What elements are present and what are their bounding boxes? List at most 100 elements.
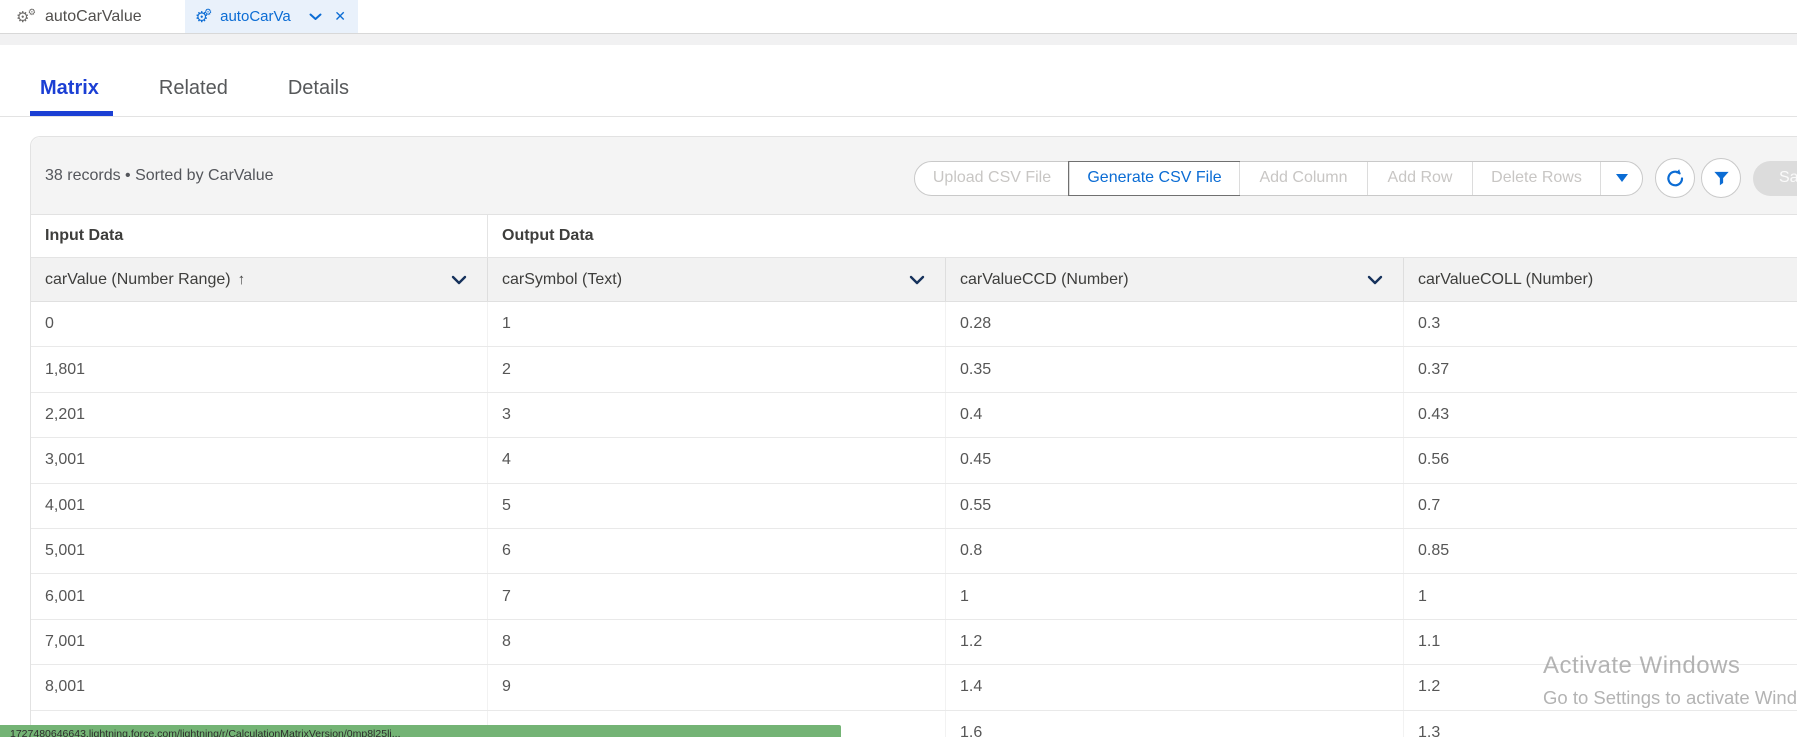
chevron-down-icon xyxy=(451,275,467,284)
matrix-toolbar: 38 records • Sorted by CarValue Upload C… xyxy=(31,137,1797,215)
table-row[interactable]: 3,001 4 0.45 0.56 xyxy=(31,438,1797,484)
table-cell[interactable]: 5,001 xyxy=(31,528,488,574)
setup-gears-icon: ⚙ ⚙ xyxy=(195,6,213,26)
records-summary: 38 records • Sorted by CarValue xyxy=(45,166,274,184)
table-row[interactable]: 7,001 8 1.2 1.1 xyxy=(31,619,1797,666)
tab-close-button[interactable]: ✕ xyxy=(332,6,348,27)
table-cell[interactable]: 0.43 xyxy=(1404,393,1797,437)
column-header-label: carValueCCD (Number) xyxy=(960,270,1129,288)
setup-gears-icon: ⚙ ⚙ xyxy=(16,6,36,26)
column-header-label: carSymbol (Text) xyxy=(502,270,623,288)
toolbar-button-group: Upload CSV File Generate CSV File Add Co… xyxy=(914,160,1643,196)
table-cell[interactable]: 0.4 xyxy=(946,392,1404,438)
table-cell[interactable]: 1.2 xyxy=(946,619,1404,665)
workspace-active-tab[interactable]: ⚙⚙ autoCarVa... ✕ xyxy=(185,0,358,33)
table-cell[interactable]: 6 xyxy=(488,528,946,574)
group-header-input-data: Input Data xyxy=(31,215,488,257)
table-cell[interactable]: 1 xyxy=(1404,574,1797,618)
column-header-label: carValue (Number Range) xyxy=(45,270,231,288)
table-cell[interactable]: 0 xyxy=(31,302,488,347)
matrix-card: 38 records • Sorted by CarValue Upload C… xyxy=(30,136,1797,737)
tab-related[interactable]: Related xyxy=(159,77,228,116)
table-cell[interactable]: 3 xyxy=(488,392,946,438)
table-cell[interactable]: 5 xyxy=(488,483,946,528)
table-row[interactable]: 2,201 3 0.4 0.43 xyxy=(31,392,1797,439)
tab-actions-chevron-button[interactable] xyxy=(307,11,324,23)
table-cell[interactable]: 1 xyxy=(946,574,1404,619)
workspace-tab-label: autoCarVa... xyxy=(220,8,291,25)
table-cell[interactable]: 7 xyxy=(488,574,946,619)
filter-funnel-icon xyxy=(1713,171,1729,185)
column-header-carvaluecoll[interactable]: carValueCOLL (Number) xyxy=(1404,258,1797,301)
table-cell[interactable]: 1 xyxy=(488,302,946,347)
refresh-icon xyxy=(1666,168,1683,186)
page-background-strip xyxy=(0,34,1797,45)
table-cell[interactable]: 2 xyxy=(488,347,946,392)
triangle-down-icon xyxy=(1615,174,1628,182)
table-body: 0 1 0.28 0.3 1,801 2 0.35 0.37 2,201 3 0.4 0.43 3,00… xyxy=(31,302,1797,737)
table-cell[interactable]: 0.7 xyxy=(1404,484,1797,528)
table-cell[interactable]: 0.56 xyxy=(1404,438,1797,482)
tab-matrix[interactable]: Matrix xyxy=(30,77,113,116)
filter-button[interactable] xyxy=(1701,158,1741,198)
column-header-carsymbol[interactable]: carSymbol (Text) xyxy=(488,258,946,301)
table-cell[interactable]: 0.8 xyxy=(946,528,1404,574)
table-row[interactable]: 8,001 9 1.4 1.2 xyxy=(31,665,1797,711)
table-row[interactable]: 5,001 6 0.8 0.85 xyxy=(31,528,1797,575)
table-cell[interactable]: 0.3 xyxy=(1404,302,1797,346)
delete-rows-button: Delete Rows xyxy=(1472,161,1600,195)
table-cell[interactable]: 8 xyxy=(488,619,946,665)
table-cell[interactable]: 0.85 xyxy=(1404,529,1797,573)
table-cell[interactable]: 6,001 xyxy=(31,574,488,619)
table-row[interactable]: 6,001 7 1 1 xyxy=(31,574,1797,620)
column-header-carvalue[interactable]: carValue (Number Range) ↑ xyxy=(31,258,488,301)
table-row[interactable]: 1,801 2 0.35 0.37 xyxy=(31,347,1797,393)
table-cell[interactable]: 4,001 xyxy=(31,483,488,528)
refresh-button[interactable] xyxy=(1655,158,1695,198)
table-cell[interactable]: 7,001 xyxy=(31,619,488,665)
table-cell[interactable]: 1.3 xyxy=(1404,711,1797,737)
table-cell[interactable]: 4 xyxy=(488,438,946,483)
status-url-text: 1727480646643.lightning.force.com/lightn… xyxy=(10,728,401,737)
table-group-header-row: Input Data Output Data xyxy=(31,215,1797,258)
table-cell[interactable]: 3,001 xyxy=(31,438,488,483)
toolbar-actions: Upload CSV File Generate CSV File Add Co… xyxy=(914,158,1797,198)
save-button: Save xyxy=(1753,160,1797,196)
column-header-carvalueccd[interactable]: carValueCCD (Number) xyxy=(946,258,1404,301)
upload-csv-button: Upload CSV File xyxy=(915,162,1069,195)
tab-details[interactable]: Details xyxy=(288,77,349,116)
table-cell[interactable]: 8,001 xyxy=(31,665,488,710)
workspace-home-item[interactable]: ⚙ ⚙ autoCarValue xyxy=(16,6,142,26)
table-cell[interactable]: 0.37 xyxy=(1404,347,1797,391)
table-cell[interactable]: 1.2 xyxy=(1404,665,1797,709)
close-icon: ✕ xyxy=(334,8,346,24)
chevron-down-icon xyxy=(309,13,322,20)
workspace-home-label: autoCarValue xyxy=(45,7,142,25)
table-cell[interactable]: 1.4 xyxy=(946,665,1404,710)
table-row[interactable]: 0 1 0.28 0.3 xyxy=(31,302,1797,348)
sort-ascending-icon: ↑ xyxy=(237,271,246,288)
generate-csv-button[interactable]: Generate CSV File xyxy=(1068,160,1240,196)
table-cell[interactable]: 1.6 xyxy=(946,710,1404,737)
column-menu-chevron-button[interactable] xyxy=(905,271,929,289)
add-column-button: Add Column xyxy=(1239,161,1367,195)
table-row[interactable]: 4,001 5 0.55 0.7 xyxy=(31,483,1797,529)
workspace-tab-bar: ⚙⚙ autoCarValue ⚙⚙ autoCarVa... ✕ xyxy=(0,0,1797,34)
table-cell[interactable]: 0.28 xyxy=(946,302,1404,347)
chevron-down-icon xyxy=(1367,275,1383,284)
column-menu-chevron-button[interactable] xyxy=(447,271,471,289)
table-cell[interactable]: 9 xyxy=(488,665,946,710)
more-actions-dropdown-button[interactable] xyxy=(1600,161,1642,195)
table-cell[interactable]: 0.55 xyxy=(946,483,1404,528)
record-tabs: Matrix Related Details xyxy=(0,45,1797,117)
table-cell[interactable]: 1,801 xyxy=(31,347,488,392)
group-header-output-data: Output Data xyxy=(502,227,594,244)
column-header-label: carValueCOLL (Number) xyxy=(1418,270,1594,288)
table-cell[interactable]: 2,201 xyxy=(31,392,488,438)
table-column-header-row: carValue (Number Range) ↑ carSymbol (Tex… xyxy=(31,258,1797,302)
link-status-bar: 1727480646643.lightning.force.com/lightn… xyxy=(0,725,841,737)
table-cell[interactable]: 0.35 xyxy=(946,347,1404,392)
column-menu-chevron-button[interactable] xyxy=(1363,271,1387,289)
table-cell[interactable]: 0.45 xyxy=(946,438,1404,483)
table-cell[interactable]: 1.1 xyxy=(1404,620,1797,664)
